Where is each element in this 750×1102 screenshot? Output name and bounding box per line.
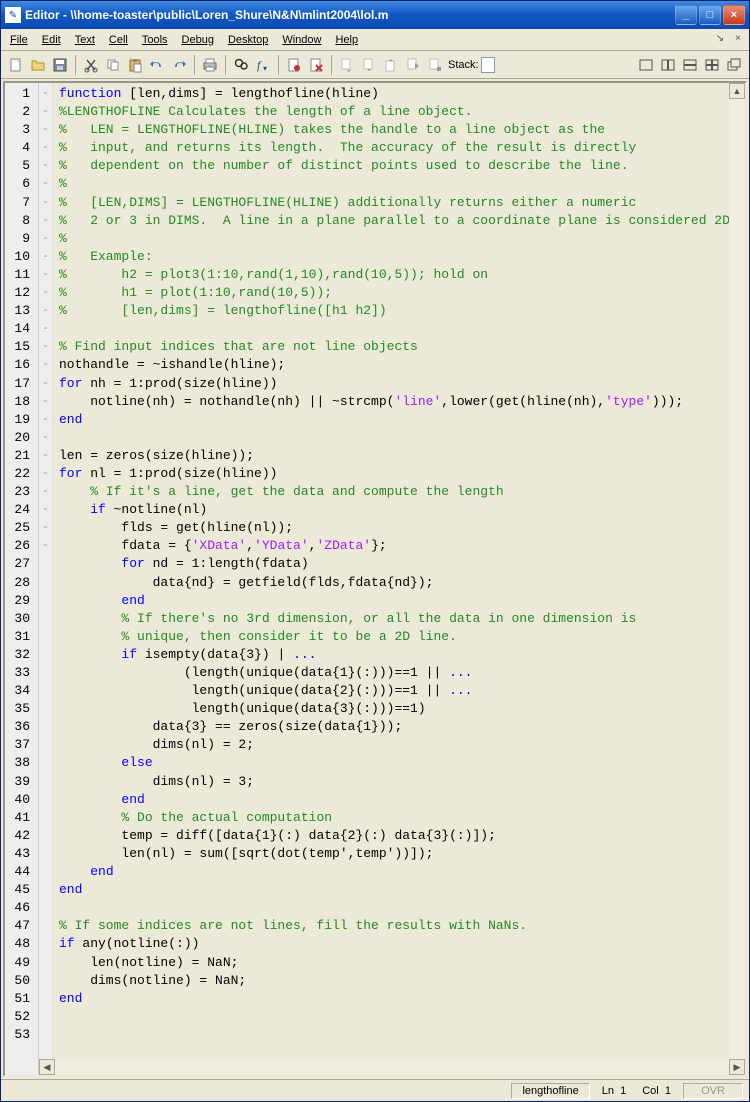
status-ovr: OVR (683, 1083, 743, 1099)
dock-button[interactable]: ↘ (713, 33, 727, 47)
horizontal-scrollbar[interactable]: ◀ ▶ (39, 1059, 745, 1075)
cut-button[interactable] (80, 54, 102, 76)
breakpoint-margin[interactable]: ---- -- ------ - ----- ---- ---- (39, 83, 53, 1075)
tile-top-bottom-button[interactable] (679, 54, 701, 76)
continue-button[interactable] (402, 54, 424, 76)
find-button[interactable] (230, 54, 252, 76)
stack-label: Stack: (448, 59, 479, 71)
minimize-button[interactable]: _ (675, 5, 697, 25)
undock-close-button[interactable]: × (731, 33, 745, 47)
tile-float-button[interactable] (723, 54, 745, 76)
svg-text:▾: ▾ (263, 64, 267, 73)
status-function: lengthofline (511, 1083, 589, 1099)
menu-help[interactable]: Help (328, 32, 365, 48)
status-col-label: Col 1 (638, 1084, 675, 1098)
exit-debug-button[interactable] (424, 54, 446, 76)
menu-cell[interactable]: Cell (102, 32, 135, 48)
new-file-button[interactable] (5, 54, 27, 76)
redo-button[interactable] (168, 54, 190, 76)
window-title: Editor - \\home-toaster\public\Loren_Shu… (25, 8, 673, 22)
maximize-button[interactable]: □ (699, 5, 721, 25)
code-editor[interactable]: function [len,dims] = lengthofline(hline… (53, 83, 729, 1075)
stack-selector[interactable]: Stack: (448, 57, 495, 73)
menu-desktop[interactable]: Desktop (221, 32, 275, 48)
scroll-up-button[interactable]: ▲ (729, 83, 745, 99)
step-out-button[interactable] (380, 54, 402, 76)
title-bar: ✎ Editor - \\home-toaster\public\Loren_S… (1, 1, 749, 29)
function-button[interactable]: f▾ (252, 54, 274, 76)
scroll-left-button[interactable]: ◀ (39, 1059, 55, 1075)
step-button[interactable] (336, 54, 358, 76)
menu-text[interactable]: Text (68, 32, 102, 48)
copy-button[interactable] (102, 54, 124, 76)
paste-button[interactable] (124, 54, 146, 76)
app-icon: ✎ (5, 7, 21, 23)
menu-window[interactable]: Window (275, 32, 328, 48)
stack-dropdown[interactable] (481, 57, 495, 73)
menu-debug[interactable]: Debug (175, 32, 221, 48)
vertical-scrollbar[interactable]: ▲ ▼ (729, 83, 745, 1075)
menu-bar: File Edit Text Cell Tools Debug Desktop … (1, 29, 749, 51)
svg-text:f: f (257, 58, 262, 72)
step-in-button[interactable] (358, 54, 380, 76)
status-bar: lengthofline Ln 1 Col 1 OVR (1, 1079, 749, 1101)
clear-breakpoint-button[interactable] (305, 54, 327, 76)
editor-area: 1234567891011121314151617181920212223242… (3, 81, 747, 1077)
undo-button[interactable] (146, 54, 168, 76)
tile-single-button[interactable] (635, 54, 657, 76)
scroll-right-button[interactable]: ▶ (729, 1059, 745, 1075)
status-line-label: Ln 1 (598, 1084, 631, 1098)
close-button[interactable]: × (723, 5, 745, 25)
menu-file[interactable]: File (3, 32, 35, 48)
tile-grid-button[interactable] (701, 54, 723, 76)
save-button[interactable] (49, 54, 71, 76)
menu-edit[interactable]: Edit (35, 32, 68, 48)
menu-tools[interactable]: Tools (135, 32, 175, 48)
open-file-button[interactable] (27, 54, 49, 76)
line-number-gutter[interactable]: 1234567891011121314151617181920212223242… (5, 83, 39, 1075)
toolbar: f▾ Stack: (1, 51, 749, 79)
print-button[interactable] (199, 54, 221, 76)
tile-left-right-button[interactable] (657, 54, 679, 76)
set-breakpoint-button[interactable] (283, 54, 305, 76)
